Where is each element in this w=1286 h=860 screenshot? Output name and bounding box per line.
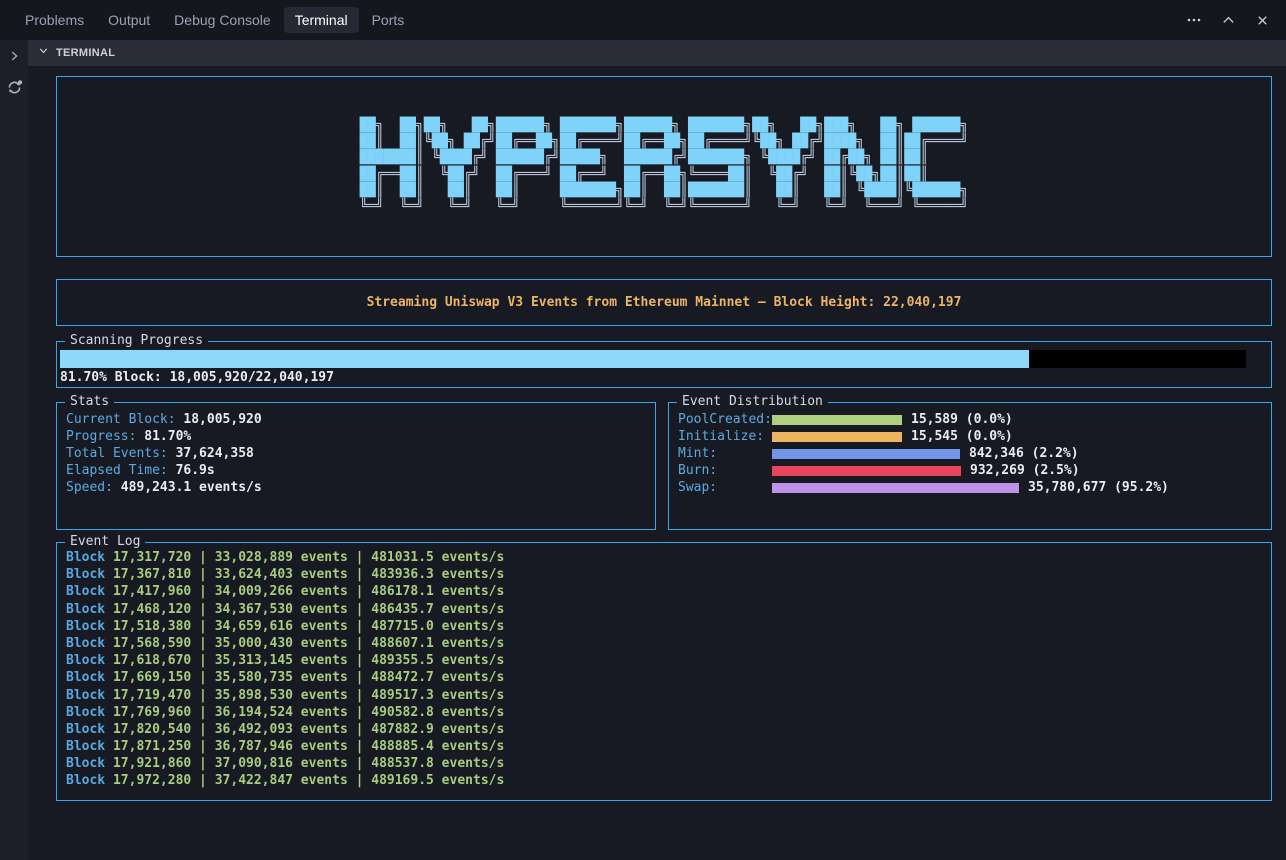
event-log-row: Block 17,417,960 | 34,009,266 events | 4… [66, 583, 1262, 600]
event-log-row: Block 17,518,380 | 34,659,616 events | 4… [66, 618, 1262, 635]
event-log-row: Block 17,468,120 | 34,367,530 events | 4… [66, 601, 1262, 618]
distribution-bar [772, 466, 961, 476]
terminal-section-header: TERMINAL [28, 40, 1286, 66]
event-log-row: Block 17,669,150 | 35,580,735 events | 4… [66, 669, 1262, 686]
chevron-right-icon[interactable] [5, 47, 23, 65]
distribution-row: Swap:35,780,677 (95.2%) [678, 479, 1262, 496]
stream-message: Streaming Uniswap V3 Events from Ethereu… [367, 295, 962, 310]
stats-title: Stats [65, 394, 114, 410]
event-distribution-panel: Event Distribution PoolCreated:15,589 (0… [668, 402, 1272, 530]
chevron-down-icon[interactable] [37, 44, 50, 62]
progress-status-text: 81.70% Block: 18,005,920/22,040,197 [60, 370, 1268, 385]
scanning-progress-panel: Scanning Progress 81.70% Block: 18,005,9… [56, 341, 1272, 388]
close-panel-icon[interactable] [1252, 10, 1272, 30]
event-distribution-title: Event Distribution [677, 394, 828, 410]
vscode-bottom-panel: Problems Output Debug Console Terminal P… [0, 0, 1286, 860]
tab-problems[interactable]: Problems [14, 7, 95, 33]
event-log-panel: Event Log Block 17,317,720 | 33,028,889 … [56, 542, 1272, 801]
event-log-row: Block 17,367,810 | 33,624,403 events | 4… [66, 566, 1262, 583]
tab-ports[interactable]: Ports [361, 7, 416, 33]
stat-row: Elapsed Time: 76.9s [66, 462, 646, 479]
panel-tabbar: Problems Output Debug Console Terminal P… [0, 0, 1286, 40]
distribution-row: PoolCreated:15,589 (0.0%) [678, 411, 1262, 428]
distribution-row: Mint:842,346 (2.2%) [678, 445, 1262, 462]
distribution-bar [772, 483, 1019, 493]
terminal-output: ██╗ ██╗██╗ ██╗██████╗ ███████╗██████╗ ██… [28, 66, 1286, 860]
event-log-row: Block 17,972,280 | 37,422,847 events | 4… [66, 772, 1262, 789]
maximize-panel-icon[interactable] [1218, 10, 1238, 30]
distribution-row: Initialize:15,545 (0.0%) [678, 428, 1262, 445]
distribution-bar [772, 449, 960, 459]
panel-controls [1184, 10, 1286, 30]
panel-left-strip [0, 40, 28, 860]
hypersync-banner-box: ██╗ ██╗██╗ ██╗██████╗ ███████╗██████╗ ██… [56, 76, 1272, 257]
event-log-row: Block 17,568,590 | 35,000,430 events | 4… [66, 635, 1262, 652]
stats-distribution-row: Stats Current Block: 18,005,920Progress:… [56, 402, 1272, 530]
stat-row: Speed: 489,243.1 events/s [66, 479, 646, 496]
event-log-row: Block 17,719,470 | 35,898,530 events | 4… [66, 687, 1262, 704]
distribution-bar [772, 415, 902, 425]
stats-rows: Current Block: 18,005,920Progress: 81.70… [66, 411, 646, 496]
tab-terminal[interactable]: Terminal [284, 7, 359, 33]
event-log-row: Block 17,921,860 | 37,090,816 events | 4… [66, 755, 1262, 772]
stat-row: Current Block: 18,005,920 [66, 411, 646, 428]
event-log-row: Block 17,871,250 | 36,787,946 events | 4… [66, 738, 1262, 755]
event-distribution-rows: PoolCreated:15,589 (0.0%)Initialize:15,5… [678, 411, 1262, 496]
progress-bar-track [60, 350, 1246, 368]
hypersync-ascii-art: ██╗ ██╗██╗ ██╗██████╗ ███████╗██████╗ ██… [360, 118, 969, 215]
stream-message-box: Streaming Uniswap V3 Events from Ethereu… [56, 279, 1272, 326]
event-log-row: Block 17,618,670 | 35,313,145 events | 4… [66, 652, 1262, 669]
tab-debug-console[interactable]: Debug Console [163, 7, 282, 33]
tab-output[interactable]: Output [97, 7, 161, 33]
event-log-row: Block 17,769,960 | 36,194,524 events | 4… [66, 704, 1262, 721]
event-log-row: Block 17,820,540 | 36,492,093 events | 4… [66, 721, 1262, 738]
more-actions-icon[interactable] [1184, 10, 1204, 30]
sync-icon[interactable] [5, 78, 23, 96]
distribution-row: Burn:932,269 (2.5%) [678, 462, 1262, 479]
scanning-progress-title: Scanning Progress [65, 333, 208, 349]
stat-row: Total Events: 37,624,358 [66, 445, 646, 462]
event-log-rows: Block 17,317,720 | 33,028,889 events | 4… [66, 549, 1262, 790]
event-log-title: Event Log [65, 534, 145, 550]
progress-bar-fill [60, 350, 1029, 368]
stats-panel: Stats Current Block: 18,005,920Progress:… [56, 402, 656, 530]
stat-row: Progress: 81.70% [66, 428, 646, 445]
terminal-section-title: TERMINAL [56, 47, 115, 59]
distribution-bar [772, 432, 902, 442]
event-log-row: Block 17,317,720 | 33,028,889 events | 4… [66, 549, 1262, 566]
